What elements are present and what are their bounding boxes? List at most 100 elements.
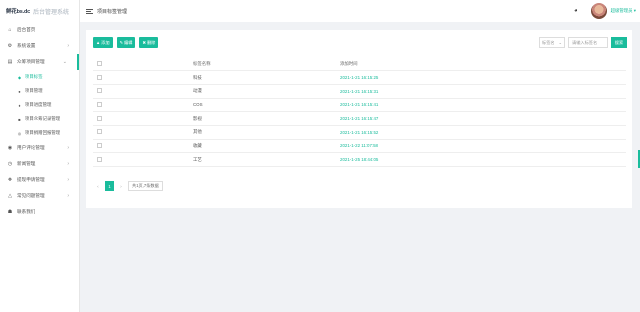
table-row[interactable]: 收藏 2021-1-22 11:07:58 (93, 139, 626, 154)
row-checkbox[interactable] (97, 115, 102, 121)
tag-name: 收藏 (193, 139, 340, 154)
chevron-down-icon: ▾ (633, 8, 636, 13)
top-header: 项目标签管理 ◕ 超级管理员 ▾ (80, 0, 640, 22)
delete-button-label: 删除 (146, 39, 156, 45)
add-button[interactable]: ▲ 添加 (93, 37, 113, 48)
tag-name: 影视 (193, 111, 340, 126)
added-time: 2021-1-25 18:44:05 (340, 152, 626, 167)
chevron-right-icon: › (67, 193, 69, 199)
table-row[interactable]: COS 2021-1-21 16:15:41 (93, 98, 626, 113)
row-checkbox[interactable] (97, 156, 102, 162)
chevron-right-icon: › (67, 177, 69, 183)
edit-button-label: 编辑 (124, 39, 133, 45)
toolbar: ▲ 添加 ✎ 编辑 ✖ 删除 (93, 37, 159, 48)
menu-toggle-icon[interactable] (86, 8, 93, 14)
sidebar-subitem-rewards[interactable]: ◎ 项目捐赠回报管理 (0, 126, 79, 140)
record-icon: ■ (18, 116, 21, 122)
edit-icon: ✎ (119, 40, 124, 45)
chevron-right-icon: › (67, 145, 69, 151)
contact-icon: ☗ (7, 209, 13, 215)
user-menu[interactable]: 超级管理员 ▾ (611, 8, 636, 14)
home-icon: ⌂ (8, 27, 12, 33)
sidebar-item-faq[interactable]: △ 常见问题管理 › (0, 188, 79, 204)
table-header-row: 标签名称 添加时间 (93, 57, 626, 72)
added-time: 2021-1-21 16:15:25 (340, 70, 626, 85)
chevron-right-icon: › (67, 43, 69, 49)
plus-icon: ▲ (96, 40, 101, 45)
row-checkbox[interactable] (97, 142, 102, 148)
select-all-checkbox[interactable] (97, 60, 102, 66)
avatar[interactable] (591, 3, 607, 19)
column-header-time: 添加时间 (340, 57, 626, 72)
sidebar-subitem-projects[interactable]: ● 项目管理 (0, 84, 79, 98)
sidebar-item-crowdfunding[interactable]: ▤ 众筹项目管理 ⌄ (0, 54, 79, 70)
prev-page-button[interactable]: ‹ (94, 181, 102, 191)
edit-button[interactable]: ✎ 编辑 (116, 37, 136, 48)
tag-icon: ◆ (17, 74, 22, 80)
sidebar-item-label: 众筹项目管理 (17, 59, 45, 64)
trash-icon: ✖ (142, 40, 146, 45)
page-title: 项目标签管理 (97, 8, 128, 15)
sidebar-menu: ⌂ 后台首页 ⚙ 系统设置 › ▤ 众筹项目管理 ⌄ ◆ 项目标签 ● 项目管理… (0, 22, 79, 220)
tags-table: 标签名称 添加时间 科技 2021-1-21 16:15:25 动漫 2021-1-… (93, 57, 626, 167)
added-time: 2021-1-22 11:07:58 (340, 139, 626, 154)
sidebar-subitem-records[interactable]: ■ 项目众筹记录管理 (0, 112, 79, 126)
search-bar: 标签名 ⌄ 请输入标签名 搜索 (539, 37, 627, 48)
table-row[interactable]: 动漫 2021-1-21 16:15:31 (93, 84, 626, 99)
sidebar-subitem-label: 项目进度管理 (25, 102, 52, 107)
table-row[interactable]: 影视 2021-1-21 16:15:47 (93, 111, 626, 126)
sidebar-item-news[interactable]: ◷ 新闻管理 › (0, 156, 79, 172)
chevron-down-icon: ⌄ (558, 40, 562, 45)
sidebar-subitem-label: 项目标签 (25, 74, 43, 79)
logo-mark: 鲜花bs.dc (6, 9, 30, 15)
sidebar-item-home[interactable]: ⌂ 后台首页 (0, 22, 79, 38)
add-button-label: 添加 (101, 39, 110, 45)
sidebar-item-settings[interactable]: ⚙ 系统设置 › (0, 38, 79, 54)
progress-icon: ♦ (18, 102, 21, 108)
row-checkbox[interactable] (97, 129, 102, 135)
column-header-name: 标签名称 (193, 57, 340, 72)
gift-icon: ◎ (17, 130, 22, 136)
table-row[interactable]: 其他 2021-1-21 16:15:52 (93, 125, 626, 140)
content-card: ▲ 添加 ✎ 编辑 ✖ 删除 标签名 ⌄ 请输入标签名 搜索 标签名称 添加时间 科技… (86, 30, 632, 208)
tag-name: 其他 (193, 125, 340, 140)
search-input[interactable]: 请输入标签名 (568, 37, 608, 48)
search-select-value: 标签名 (542, 39, 555, 45)
gear-icon: ⚙ (7, 43, 13, 49)
sidebar-item-withdrawals[interactable]: ❖ 提现申请管理 › (0, 172, 79, 188)
sidebar-item-label: 用户评论管理 (17, 145, 45, 150)
user-name: 超级管理员 (610, 8, 633, 13)
sidebar-subitem-progress[interactable]: ♦ 项目进度管理 (0, 98, 79, 112)
sidebar-item-label: 联系我们 (17, 209, 36, 214)
pagination: ‹ 1 › 共1页,7条数据 (94, 181, 163, 191)
sidebar-subitem-label: 项目众筹记录管理 (25, 116, 61, 121)
sidebar-item-label: 新闻管理 (17, 161, 36, 166)
search-button[interactable]: 搜索 (611, 37, 627, 48)
logo[interactable]: 鲜花bs.dc 后台管理系统 (0, 0, 79, 22)
sidebar-item-contact[interactable]: ☗ 联系我们 (0, 204, 79, 220)
pagination-total: 共1页,7条数据 (128, 181, 163, 191)
row-checkbox[interactable] (97, 101, 102, 107)
next-page-button[interactable]: › (117, 181, 125, 191)
delete-button[interactable]: ✖ 删除 (139, 37, 159, 48)
row-checkbox[interactable] (97, 74, 102, 80)
sidebar-item-label: 系统设置 (17, 43, 36, 48)
added-time: 2021-1-21 16:15:41 (340, 98, 626, 113)
warning-icon: △ (8, 193, 12, 199)
row-checkbox[interactable] (97, 88, 102, 94)
sidebar-item-comments[interactable]: ◉ 用户评论管理 › (0, 140, 79, 156)
table-row[interactable]: 科技 2021-1-21 16:15:25 (93, 70, 626, 85)
sidebar-item-label: 提现申请管理 (17, 177, 45, 182)
table-row[interactable]: 工艺 2021-1-25 18:44:05 (93, 152, 626, 167)
comment-icon: ◉ (7, 145, 13, 151)
tag-name: 动漫 (193, 84, 340, 99)
news-icon: ◷ (7, 161, 13, 167)
page-1-button[interactable]: 1 (105, 181, 114, 191)
search-input-placeholder: 请输入标签名 (572, 39, 598, 45)
theme-palette-icon[interactable]: ◕ (574, 8, 580, 14)
folder-icon: ▤ (7, 59, 13, 65)
search-field-select[interactable]: 标签名 ⌄ (539, 37, 565, 48)
sidebar-subitem-tags[interactable]: ◆ 项目标签 (0, 70, 79, 84)
list-icon: ● (18, 88, 21, 94)
sidebar-item-label: 后台首页 (17, 27, 36, 32)
